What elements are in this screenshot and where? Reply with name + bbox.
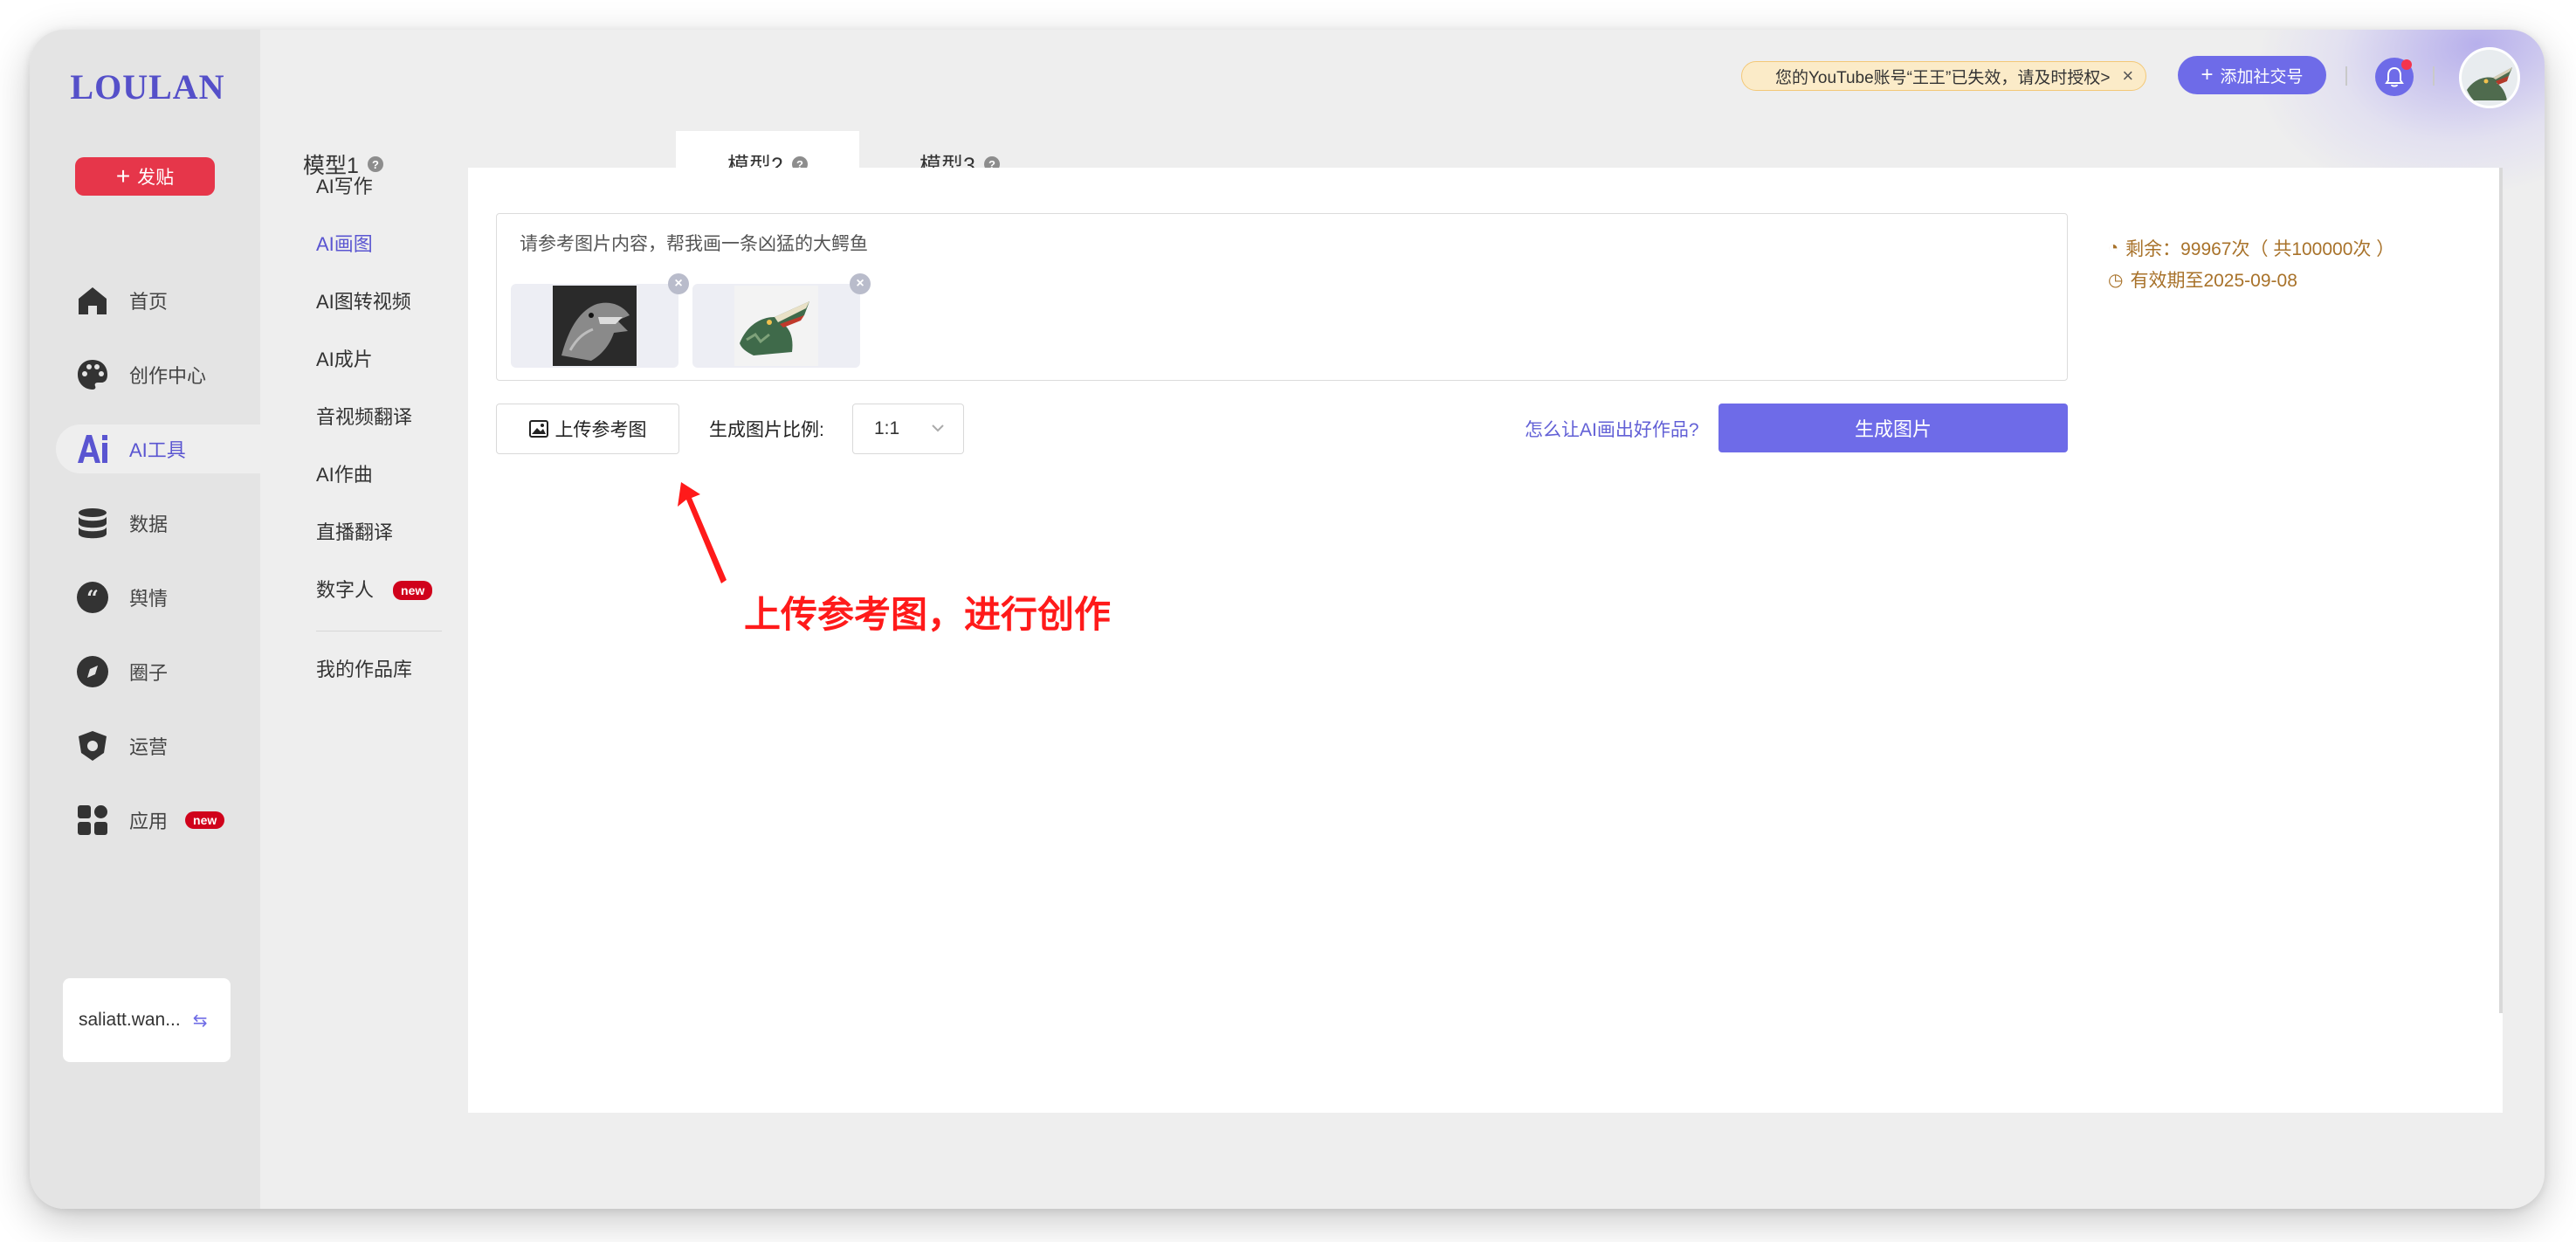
ratio-value: 1:1 [874,418,900,438]
annotation-text: 上传参考图，进行创作 [744,594,1112,635]
user-account[interactable]: saliatt.wan... ⇆ [63,978,231,1062]
nav-label: 首页 [129,291,169,313]
submenu-item-ai-film[interactable]: AI成片 [316,342,473,377]
upload-label: 上传参考图 [554,420,647,440]
submenu-item-av-translate[interactable]: 音视频翻译 [316,400,473,435]
submenu-item-ai-drawing[interactable]: AI画图 [316,227,473,262]
post-button-label: 发贴 [137,168,175,188]
nav-item-ai-tools[interactable]: AI工具 [56,424,260,473]
header-divider [2433,66,2435,86]
prompt-input[interactable]: 请参考图片内容，帮我画一条凶猛的大鳄鱼 × × [496,213,2068,381]
nav-item-data[interactable]: 数据 [30,499,260,548]
bell-icon [2385,66,2404,87]
nav-label: 应用 [129,811,169,832]
nav-item-circle[interactable]: 圈子 [30,647,260,696]
plus-icon: + [2201,63,2214,86]
quota-info: ◔ 剩余：99967次（ 共100000次 ） ◷ 有效期至2025-09-08 [2108,232,2394,295]
upload-reference-button[interactable]: 上传参考图 [496,404,679,454]
new-badge: new [185,811,225,829]
switch-account-icon[interactable]: ⇆ [193,1010,208,1032]
submenu-label: 音视频翻译 [316,406,413,428]
new-badge: new [393,581,433,600]
submenu-label: AI作曲 [316,464,373,486]
shield-icon [75,728,110,763]
add-social-label: 添加社交号 [2220,67,2304,86]
submenu-item-live-translate[interactable]: 直播翻译 [316,515,473,550]
submenu-item-ai-compose[interactable]: AI作曲 [316,458,473,493]
compass-icon [75,654,110,689]
nav-label: 圈子 [129,662,169,684]
nav-item-sentiment[interactable]: “ 舆情 [30,573,260,622]
avatar[interactable] [2459,47,2520,108]
image-icon [528,420,548,438]
ratio-select[interactable]: 1:1 [852,404,964,454]
ai-icon [75,431,110,466]
clock-icon: ◷ [2108,270,2124,290]
ratio-label: 生成图片比例: [709,420,824,440]
notification-dot [2401,59,2412,70]
submenu-label: 我的作品库 [316,659,413,680]
remove-image-icon[interactable]: × [850,273,871,294]
nav-item-home[interactable]: 首页 [30,276,260,325]
reference-image-1[interactable]: × [511,273,689,368]
pie-chart-icon: ◔ [2108,238,2119,258]
nav-label: 运营 [129,736,169,758]
apps-icon [75,803,110,838]
reference-image-2[interactable]: × [692,273,871,368]
prompt-text: 请参考图片内容，帮我画一条凶猛的大鳄鱼 [520,234,868,254]
nav-item-operations[interactable]: 运营 [30,721,260,770]
ai-tools-submenu: AI写作 AI画图 AI图转视频 AI成片 音视频翻译 AI作曲 直播翻译 数字… [316,169,473,710]
logo: LOULAN [70,67,225,107]
notification-button[interactable] [2375,58,2414,96]
help-icon[interactable]: ? [367,156,383,172]
submenu-item-library[interactable]: 我的作品库 [316,652,473,687]
database-icon [75,506,110,541]
tab-model-1[interactable]: 模型1 ? [269,131,417,197]
scrollbar[interactable] [2499,168,2503,1013]
nav-label: 数据 [129,514,169,535]
tab-label: 模型1 [303,154,359,178]
remove-image-icon[interactable]: × [668,273,689,294]
quote-icon: “ [75,580,110,615]
submenu-item-image-to-video[interactable]: AI图转视频 [316,285,473,320]
home-icon [75,283,110,318]
crocodile-color-thumbnail [734,286,818,366]
sidebar: LOULAN + 发贴 首页 创作中心 AI工具 数据 “ 舆情 圈子 运营 应… [30,30,260,1209]
submenu-label: AI成片 [316,348,373,370]
chevron-down-icon [932,424,944,432]
add-social-account-button[interactable]: + 添加社交号 [2178,56,2326,94]
quota-remaining-text: 剩余：99967次（ 共100000次 ） [2125,239,2395,259]
submenu-label: AI画图 [316,233,373,255]
user-name: saliatt.wan... [79,1010,181,1030]
nav-label: 创作中心 [129,365,207,387]
crocodile-avatar-icon [2462,50,2517,106]
help-link[interactable]: 怎么让AI画出好作品? [1525,416,1699,442]
plus-icon: + [115,162,131,190]
nav-item-apps[interactable]: 应用 new [30,796,260,845]
nav-label: 舆情 [129,588,169,610]
post-button[interactable]: + 发贴 [75,157,215,196]
quota-remaining: ◔ 剩余：99967次（ 共100000次 ） [2108,232,2394,264]
palette-icon [75,357,110,392]
crocodile-bw-thumbnail [553,286,637,366]
quota-expiry: ◷ 有效期至2025-09-08 [2108,264,2394,295]
submenu-item-digital-human[interactable]: 数字人 new [316,573,473,608]
main-nav: 首页 创作中心 AI工具 数据 “ 舆情 圈子 运营 应用 new [30,276,260,870]
generate-image-button[interactable]: 生成图片 [1718,404,2068,452]
close-icon[interactable]: × [2122,65,2133,87]
nav-item-creation-center[interactable]: 创作中心 [30,350,260,399]
svg-text:“: “ [86,585,99,611]
quota-expiry-text: 有效期至2025-09-08 [2130,271,2297,291]
header-divider [2345,66,2347,86]
nav-label: AI工具 [129,439,186,461]
submenu-label: AI图转视频 [316,291,411,313]
account-alert[interactable]: 您的YouTube账号“王王”已失效，请及时授权> × [1741,61,2146,91]
submenu-label: 数字人 [316,579,375,601]
alert-text: 您的YouTube账号“王王”已失效，请及时授权> [1775,68,2111,87]
submenu-label: 直播翻译 [316,521,394,543]
